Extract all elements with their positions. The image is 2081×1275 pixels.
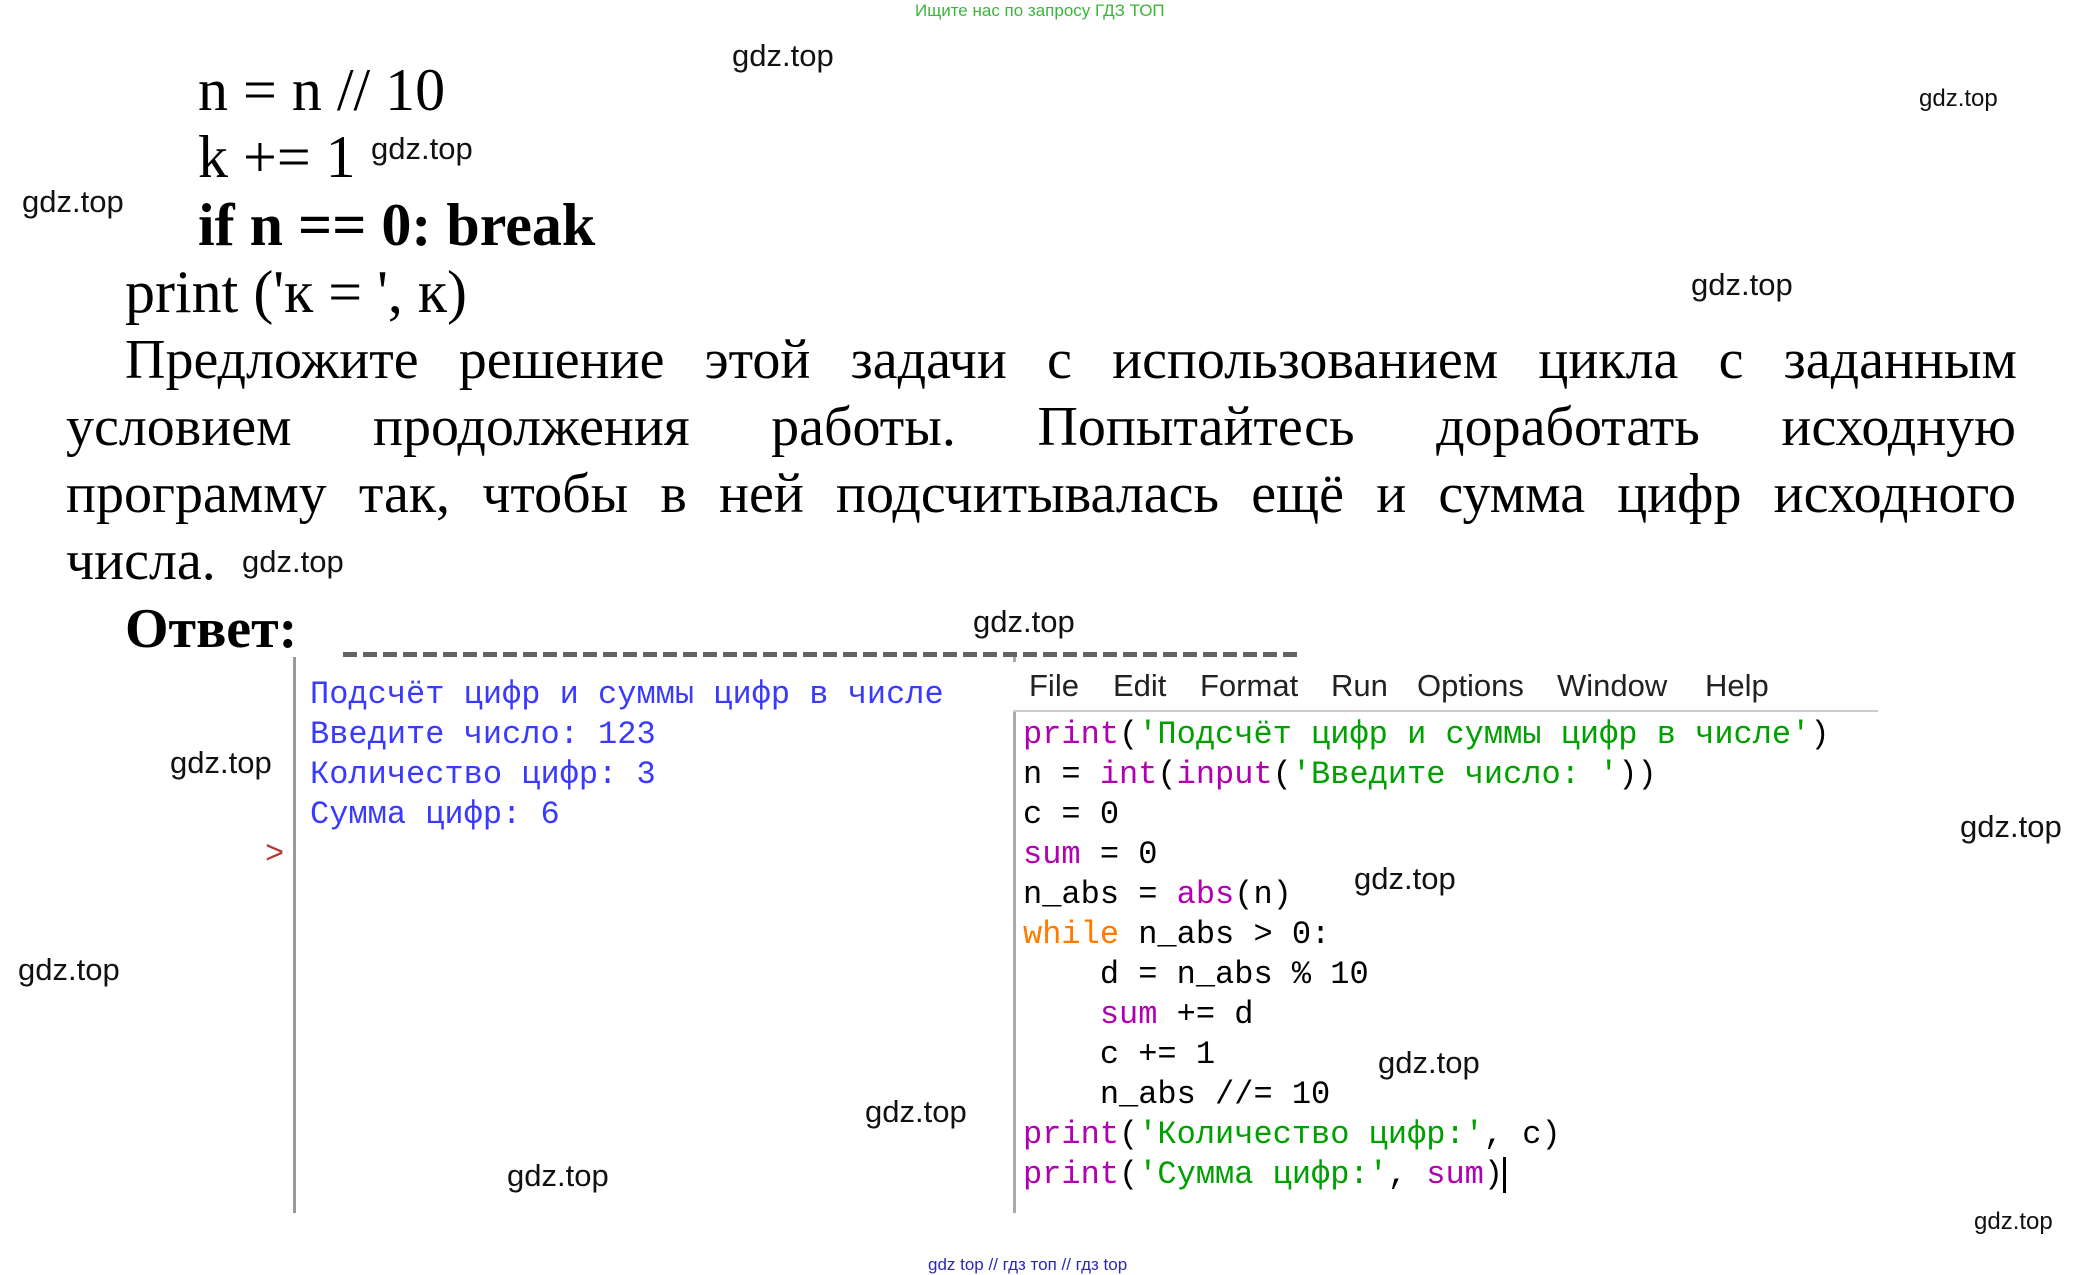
code-line-3: if n == 0: break [198,192,596,258]
code-token: abs [1176,876,1235,913]
code-token: print [1023,1116,1120,1153]
code-token: input [1176,756,1273,793]
menu-run[interactable]: Run [1331,668,1388,704]
watermark: gdz.top [170,745,272,780]
watermark: gdz.top [732,38,834,73]
code-token: n_abs > 0: [1119,916,1331,953]
editor-code-line: print('Сумма цифр:', sum) [1023,1155,1507,1195]
code-token: 'Введите число: ' [1291,756,1619,793]
shell-prompt[interactable]: > [265,836,284,873]
code-token: , [1387,1156,1427,1193]
code-token: = 0 [1080,836,1158,873]
menu-file[interactable]: File [1029,668,1079,704]
code-token: += d [1157,996,1254,1033]
code-token: sum [1426,1156,1484,1193]
code-token: 'Сумма цифр:' [1138,1156,1388,1193]
watermark: gdz.top [1354,861,1456,896]
editor-code-line: d = n_abs % 10 [1023,955,1369,995]
code-token: ) [1810,716,1830,753]
code-token: , c) [1483,1116,1561,1153]
bottom-links[interactable]: gdz top // гдз топ // гдз top [928,1255,1127,1275]
watermark: gdz.top [371,131,473,166]
task-paragraph-line-1: Предложите решение этой задачи с использ… [125,329,2017,391]
menu-help[interactable]: Help [1705,668,1769,704]
code-token: 'Количество цифр:' [1138,1116,1484,1153]
watermark: gdz.top [507,1158,609,1193]
code-line-2: k += 1 [198,124,356,190]
code-token: n_abs //= 10 [1023,1076,1331,1113]
editor-code-line: sum = 0 [1023,835,1157,875]
answer-label: Ответ: [125,598,298,660]
code-token: ( [1119,1116,1139,1153]
editor-code-line: c = 0 [1023,795,1119,835]
code-token: ) [1483,1156,1504,1193]
code-token: c = 0 [1023,796,1120,833]
shell-output-line: Количество цифр: 3 [310,756,656,793]
code-token: sum [1023,836,1081,873]
editor-code-line: n = int(input('Введите число: ')) [1023,755,1657,795]
editor-code-line: while n_abs > 0: [1023,915,1330,955]
shell-output-line: Подсчёт цифр и суммы цифр в числе [310,676,944,713]
watermark: gdz.top [1378,1045,1480,1080]
editor-code-line: c += 1 [1023,1035,1215,1075]
watermark: gdz.top [18,952,120,987]
code-token: 'Подсчёт цифр и суммы цифр в числе' [1138,716,1811,753]
code-line-4: print ('к = ', к) [125,259,468,325]
code-token: int [1099,756,1158,793]
menu-edit[interactable]: Edit [1113,668,1166,704]
code-token: while [1023,916,1120,953]
editor-code-line: print('Подсчёт цифр и суммы цифр в числе… [1023,715,1830,755]
code-token: d = n_abs % 10 [1023,956,1369,993]
task-paragraph-line-2: условием продолжения работы. Попытайтесь… [66,396,2016,458]
watermark: gdz.top [1691,267,1793,302]
code-token: n_abs = [1023,876,1177,913]
shell-output-line: Сумма цифр: 6 [310,796,560,833]
code-token: )) [1618,756,1657,793]
watermark: gdz.top [22,184,124,219]
watermark: gdz.top [973,604,1075,639]
watermark: gdz.top [865,1094,967,1129]
code-token: print [1023,1156,1120,1193]
code-token: (n) [1234,876,1292,913]
code-token: ( [1119,716,1139,753]
code-line-1: n = n // 10 [198,57,446,123]
watermark: gdz.top [1919,85,1998,112]
menu-window[interactable]: Window [1557,668,1667,704]
code-token: print [1023,716,1120,753]
code-token: sum [1099,996,1158,1033]
editor-menubar: File Edit Format Run Options Window Help [1013,662,1878,712]
code-token: n = [1023,756,1100,793]
text-cursor [1503,1156,1507,1193]
search-banner: Ищите нас по запросу ГДЗ ТОП [915,1,1165,20]
editor-code-line: sum += d [1023,995,1254,1035]
watermark: gdz.top [242,544,344,579]
watermark: gdz.top [1974,1208,2053,1235]
editor-code-line: n_abs //= 10 [1023,1075,1330,1115]
code-token: c += 1 [1023,1036,1216,1073]
code-token: ( [1157,756,1177,793]
shell-output-line: Введите число: 123 [310,716,656,753]
watermark: gdz.top [1960,809,2062,844]
editor-code-line: print('Количество цифр:', c) [1023,1115,1561,1155]
menu-options[interactable]: Options [1417,668,1524,704]
menu-format[interactable]: Format [1200,668,1298,704]
code-token: ( [1272,756,1292,793]
code-token: ( [1119,1156,1139,1193]
editor-code-line: n_abs = abs(n) [1023,875,1292,915]
task-paragraph-line-3: программу так, чтобы в ней подсчитывалас… [66,463,2016,525]
